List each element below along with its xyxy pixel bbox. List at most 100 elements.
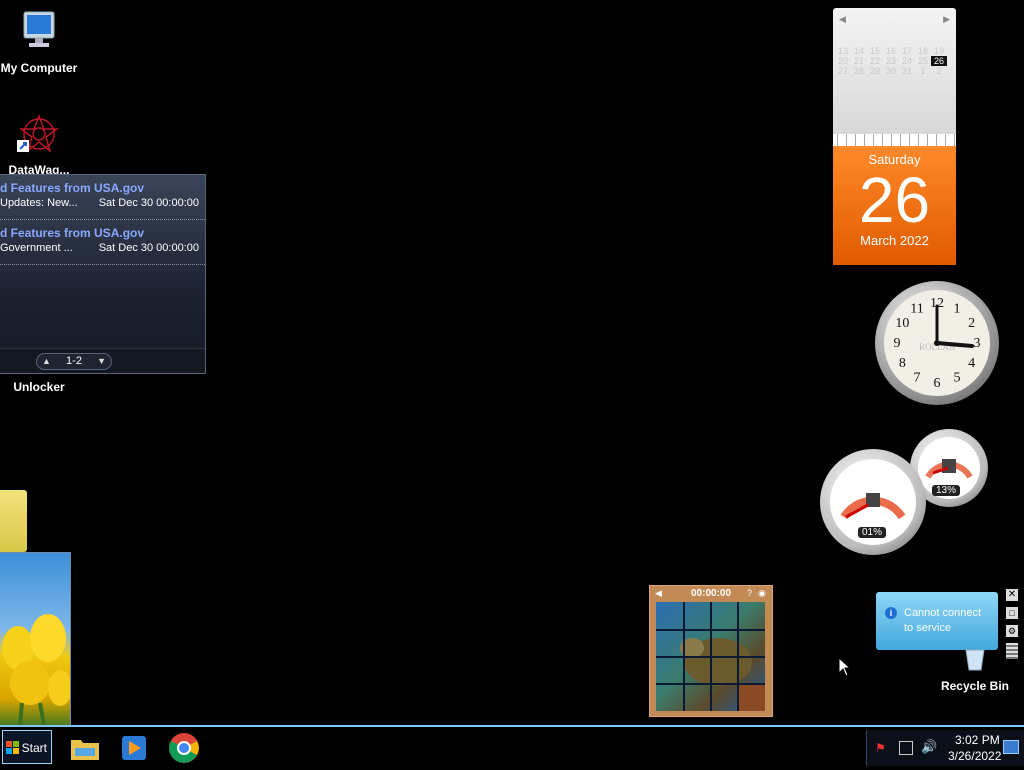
calendar-date-page[interactable]: Saturday 26 March 2022 [833, 146, 956, 265]
clock-gadget[interactable]: ROLLAB 12 1 2 3 4 5 6 7 8 9 10 11 [875, 281, 999, 405]
action-center-flag-icon[interactable]: ⚑ [875, 741, 889, 755]
unlocker-label: Unlocker [13, 380, 65, 394]
calendar-grid-day[interactable]: 16 [883, 46, 899, 56]
feed-item-title[interactable]: d Features from USA.gov [0, 181, 144, 195]
puzzle-help-icon[interactable]: ? [747, 588, 752, 598]
calendar-grid-day[interactable]: 17 [899, 46, 915, 56]
info-icon: i [885, 607, 897, 619]
clock-dial: ROLLAB 12 1234567891011 [894, 296, 981, 391]
feed-item[interactable]: d Features from USA.gov Updates: New... … [0, 175, 205, 220]
pager-down-icon[interactable]: ▼ [97, 354, 106, 369]
calendar-grid-day[interactable]: 31 [899, 66, 915, 76]
calendar-month-page: ◀ ▶ 13 14 15 16 17 18 19 20 21 22 23 24 25 26 27 28 29 30… [833, 8, 956, 136]
calendar-grid: 13 14 15 16 17 18 19 20 21 22 23 24 25 26 27 28 29 30 31 1 2 [835, 46, 955, 76]
my-computer-label: My Computer [0, 61, 78, 75]
folder-icon [71, 740, 99, 760]
calendar-spiral [833, 134, 956, 146]
clock-numeral: 1 [954, 301, 961, 316]
explorer-taskbar-button[interactable] [69, 732, 101, 764]
taskbar: Start ⚑ 🔊 3:02 PM 3/26/2022 [0, 725, 1024, 770]
yellow-window-fragment[interactable] [0, 490, 27, 552]
calendar-gadget: ◀ ▶ 13 14 15 16 17 18 19 20 21 22 23 24 25 26 27 28 29 30… [833, 8, 956, 265]
feed-pager-bar: ▲ 1-2 ▼ [0, 348, 205, 373]
datawag-star-icon [17, 114, 60, 153]
calendar-grid-day[interactable]: 1 [915, 66, 931, 76]
cpu-meter[interactable]: 01% [820, 449, 926, 555]
calendar-grid-day[interactable]: 25 [915, 56, 931, 66]
connection-error-gadget[interactable]: i Cannot connect to service [876, 592, 998, 650]
clock-numeral: 11 [910, 301, 923, 316]
volume-icon[interactable]: 🔊 [921, 739, 937, 755]
picture-puzzle-gadget[interactable]: ◀ 00:00:00 ? ◉ [649, 585, 773, 717]
media-player-taskbar-button[interactable] [118, 732, 150, 764]
calendar-grid-day[interactable]: 20 [835, 56, 851, 66]
calendar-prev-icon[interactable]: ◀ [839, 14, 846, 25]
puzzle-picture-icon[interactable]: ◉ [758, 588, 766, 599]
calendar-grid-day[interactable]: 27 [835, 66, 851, 76]
calendar-grid-day[interactable]: 28 [851, 66, 867, 76]
show-desktop-icon[interactable] [1003, 740, 1019, 754]
error-line1: Cannot connect [904, 607, 982, 619]
chrome-taskbar-button[interactable] [168, 732, 200, 764]
puzzle-board[interactable] [656, 602, 765, 711]
calendar-grid-day[interactable]: 18 [915, 46, 931, 56]
windows-logo-icon [6, 741, 19, 754]
calendar-month-year: March 2022 [860, 233, 929, 248]
clock-numeral: 2 [968, 316, 975, 331]
pager-up-icon[interactable]: ▲ [42, 354, 51, 369]
media-player-icon [122, 736, 146, 760]
clock-numeral: 10 [895, 316, 909, 331]
calendar-grid-day[interactable]: 14 [851, 46, 867, 56]
calendar-next-icon[interactable]: ▶ [943, 14, 950, 25]
computer-icon [23, 11, 55, 47]
start-label: Start [21, 741, 47, 755]
system-tray: ⚑ 🔊 3:02 PM 3/26/2022 [866, 730, 1024, 766]
size-icon[interactable]: □ [1006, 607, 1018, 619]
clock-numeral: 9 [894, 336, 901, 351]
feed-item-subtitle: Government ... [0, 242, 73, 254]
clock-numeral: 7 [914, 371, 921, 386]
recycle-bin-label: Recycle Bin [940, 679, 1010, 693]
start-button[interactable]: Start [2, 730, 52, 764]
calendar-grid-day[interactable]: 13 [835, 46, 851, 56]
calendar-grid-day[interactable]: 24 [899, 56, 915, 66]
calendar-grid-day[interactable]: 19 [931, 46, 947, 56]
cpu-value: 01% [858, 527, 887, 538]
options-wrench-icon[interactable]: ⚙ [1006, 625, 1018, 637]
calendar-grid-day[interactable]: 30 [883, 66, 899, 76]
clock-numeral: 4 [968, 356, 975, 371]
clock-numeral: 8 [899, 356, 906, 371]
clock-numeral: 5 [954, 371, 961, 386]
unlocker-shortcut[interactable]: Unlocker [0, 378, 79, 394]
calendar-grid-day[interactable]: 26 [931, 56, 947, 66]
clock-face: ROLLAB 12 1 2 3 4 5 6 7 8 9 10 11 [884, 290, 990, 396]
network-icon[interactable] [899, 741, 913, 755]
tulip-photo-fragment[interactable] [0, 552, 71, 726]
tray-date[interactable]: 3/26/2022 [948, 749, 1001, 763]
calendar-grid-day[interactable]: 23 [883, 56, 899, 66]
close-icon[interactable]: ✕ [1006, 589, 1018, 601]
calendar-grid-day[interactable]: 22 [867, 56, 883, 66]
calendar-grid-day[interactable]: 21 [851, 56, 867, 66]
pager-range: 1-2 [66, 355, 82, 367]
tray-time[interactable]: 3:02 PM [955, 733, 1000, 747]
recycle-bin-icon [965, 649, 985, 671]
calendar-grid-day[interactable]: 15 [867, 46, 883, 56]
clock-numeral: 12 [930, 296, 944, 311]
my-computer-shortcut[interactable]: My Computer [0, 10, 79, 75]
datawag-shortcut[interactable]: DataWag... [0, 112, 79, 177]
calendar-grid-day[interactable]: 2 [931, 66, 947, 76]
recycle-bin-shortcut[interactable]: Recycle Bin [935, 648, 1015, 693]
calendar-day: 26 [858, 164, 931, 236]
feed-item[interactable]: d Features from USA.gov Government ... S… [0, 220, 205, 265]
chrome-icon [169, 733, 199, 763]
feed-item-date: Sat Dec 30 00:00:00 [98, 242, 199, 254]
clock-numeral: 6 [934, 376, 941, 391]
calendar-grid-day[interactable]: 29 [867, 66, 883, 76]
feed-item-title[interactable]: d Features from USA.gov [0, 226, 144, 240]
feed-item-date: Sat Dec 30 00:00:00 [98, 197, 199, 209]
mouse-cursor-icon [838, 657, 850, 677]
clock-numeral: 3 [974, 336, 981, 351]
memory-value: 13% [932, 485, 961, 496]
feed-item-subtitle: Updates: New... [0, 197, 78, 209]
